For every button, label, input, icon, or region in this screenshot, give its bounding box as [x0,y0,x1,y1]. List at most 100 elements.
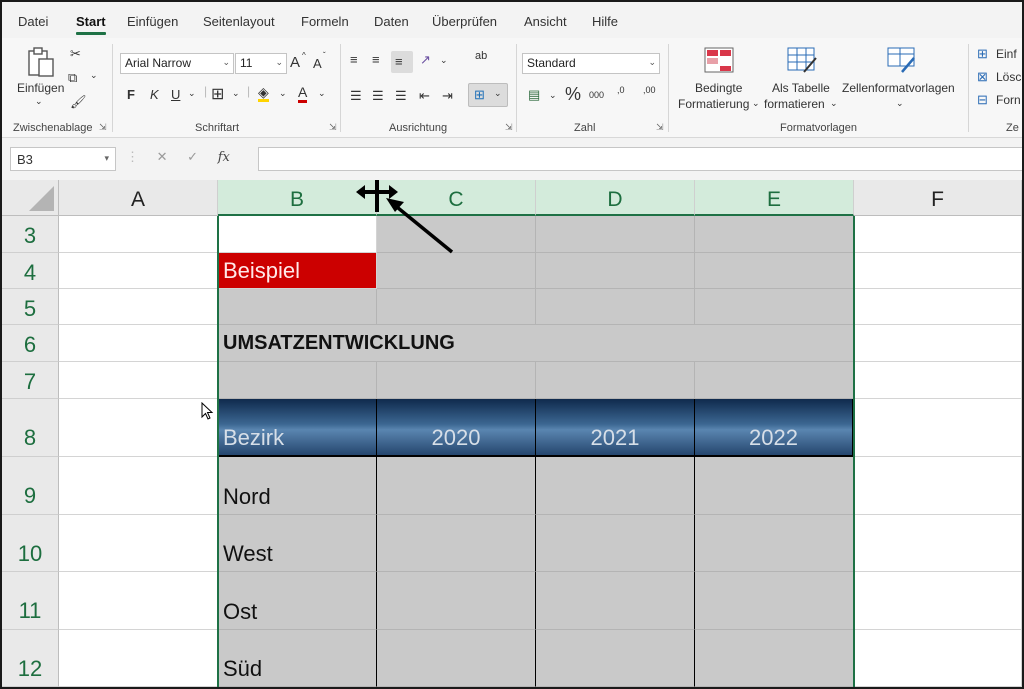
decrease-decimal-button[interactable]: ,00 [643,86,656,95]
name-box[interactable]: B3 ▾ [10,147,116,171]
cell-styles-dropdown-icon[interactable]: ⌄ [896,98,904,109]
fx-icon[interactable]: fx [218,150,230,165]
row-header-5[interactable]: 5 [2,289,59,325]
format-painter-icon[interactable]: 🖌 [70,94,87,110]
cell-c11[interactable] [377,572,536,630]
bold-button[interactable]: F [127,87,135,102]
tab-start[interactable]: Start [76,14,106,35]
row-header-9[interactable]: 9 [2,457,59,515]
column-header-d[interactable]: D [536,180,695,216]
font-launcher-icon[interactable]: ⇲ [329,122,337,133]
cell-a8[interactable] [59,399,218,457]
insert-cells-label[interactable]: Einf [996,47,1017,61]
cell-b8[interactable]: Bezirk [218,399,377,457]
row-header-6[interactable]: 6 [2,325,59,362]
delete-cells-icon[interactable]: ⊠ [977,69,988,85]
number-launcher-icon[interactable]: ⇲ [656,122,664,133]
shrink-font-button[interactable]: A [313,56,322,71]
font-color-button[interactable]: A [298,85,308,103]
cell-f3[interactable] [854,216,1022,253]
cell-e11[interactable] [695,572,854,630]
row-header-10[interactable]: 10 [2,515,59,572]
cell-b5[interactable] [218,289,377,325]
cell-f5[interactable] [854,289,1022,325]
row-header-11[interactable]: 11 [2,572,59,630]
enter-icon[interactable]: ✓ [187,149,198,164]
cell-f9[interactable] [854,457,1022,515]
cell-styles-label[interactable]: Zellenformatvorlagen [842,81,955,95]
cell-f12[interactable] [854,630,1022,687]
align-left-icon[interactable]: ☰ [350,88,362,104]
delete-cells-label[interactable]: Lösc [996,70,1021,84]
cell-f10[interactable] [854,515,1022,572]
cell-e5[interactable] [695,289,854,325]
conditional-formatting-label-2[interactable]: Formatierung [678,97,749,111]
underline-button[interactable]: U [171,87,180,102]
cell-c10[interactable] [377,515,536,572]
cell-d3[interactable] [536,216,695,253]
cell-e8[interactable]: 2022 [695,399,853,457]
cell-a6[interactable] [59,325,218,362]
decrease-indent-icon[interactable]: ⇤ [419,88,430,104]
align-top-icon[interactable]: ≡ [350,52,358,67]
paste-icon[interactable] [26,46,56,77]
conditional-formatting-label-1[interactable]: Bedingte [695,81,742,95]
tab-einfuegen[interactable]: Einfügen [127,14,178,29]
tab-daten[interactable]: Daten [374,14,409,29]
cell-f6[interactable] [854,325,1022,362]
worksheet-grid[interactable]: A B C D E F 3 4 5 6 7 8 9 10 11 12 Beisp… [2,180,1022,687]
tab-formeln[interactable]: Formeln [301,14,349,29]
cell-e9[interactable] [695,457,854,515]
formula-input[interactable] [258,147,1022,171]
cell-a5[interactable] [59,289,218,325]
borders-icon[interactable]: ⊞ [211,84,224,104]
row-header-8[interactable]: 8 [2,399,59,457]
cell-d10[interactable] [536,515,695,572]
cell-e10[interactable] [695,515,854,572]
column-header-a[interactable]: A [59,180,218,216]
conditional-dropdown-icon[interactable]: ⌄ [752,98,760,109]
format-as-table-label-1[interactable]: Als Tabelle [772,81,830,95]
wrap-text-icon[interactable]: ab [475,51,487,62]
cell-styles-icon[interactable] [886,46,918,74]
tab-seitenlayout[interactable]: Seitenlayout [203,14,275,29]
cell-d9[interactable] [536,457,695,515]
cell-d11[interactable] [536,572,695,630]
align-middle-icon[interactable]: ≡ [372,52,380,67]
cell-f11[interactable] [854,572,1022,630]
format-cells-icon[interactable]: ⊟ [977,92,988,108]
alignment-launcher-icon[interactable]: ⇲ [505,122,513,133]
format-as-table-label-2[interactable]: formatieren [764,97,825,111]
cell-c8[interactable]: 2020 [377,399,536,457]
italic-button[interactable]: K [150,87,159,102]
increase-indent-icon[interactable]: ⇥ [442,88,453,104]
format-as-table-icon[interactable] [786,46,818,74]
cell-d5[interactable] [536,289,695,325]
format-cells-label[interactable]: Forn [996,93,1021,107]
tab-datei[interactable]: Datei [18,14,48,29]
cell-b10[interactable]: West [218,515,377,572]
cell-e3[interactable] [695,216,854,253]
grow-font-button[interactable]: A [290,54,300,71]
cell-f7[interactable] [854,362,1022,399]
align-right-icon[interactable]: ☰ [395,88,407,104]
copy-icon[interactable]: ⧉ [68,70,77,86]
insert-cells-icon[interactable]: ⊞ [977,46,988,62]
orientation-dropdown-icon[interactable]: ⌄ [440,55,448,66]
cell-c7[interactable] [377,362,536,399]
align-center-icon[interactable]: ☰ [372,88,384,104]
cell-f8[interactable] [854,399,1022,457]
cell-a4[interactable] [59,253,218,289]
cell-c12[interactable] [377,630,536,687]
percent-button[interactable]: % [565,84,581,105]
cell-d12[interactable] [536,630,695,687]
row-header-3[interactable]: 3 [2,216,59,253]
paste-label[interactable]: Einfügen [17,81,64,95]
thousands-button[interactable]: 000 [589,90,604,100]
row-header-12[interactable]: 12 [2,630,59,687]
font-name-select[interactable]: Arial Narrow ⌄ [120,53,234,74]
cut-icon[interactable]: ✂ [70,46,81,62]
copy-dropdown-icon[interactable]: ⌄ [90,70,98,81]
row-header-7[interactable]: 7 [2,362,59,399]
paste-dropdown-icon[interactable]: ⌄ [35,96,43,107]
